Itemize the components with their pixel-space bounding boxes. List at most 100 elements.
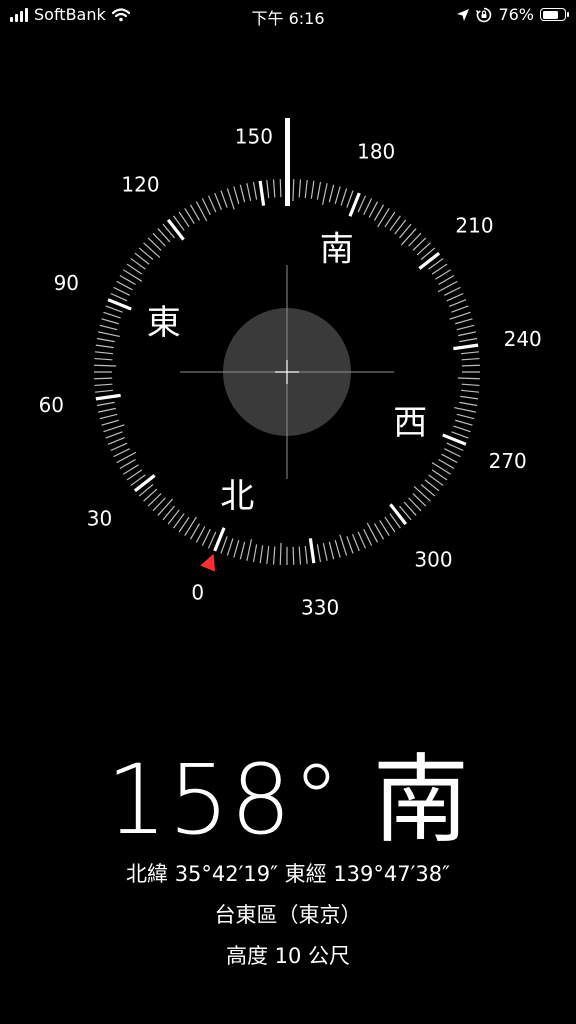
compass-tick bbox=[201, 529, 211, 546]
compass-tick bbox=[334, 186, 341, 204]
target-marker-icon bbox=[200, 553, 215, 572]
compass-tick bbox=[446, 292, 464, 302]
compass-tick bbox=[460, 395, 479, 400]
compass-tick bbox=[418, 251, 441, 270]
degree-label: 240 bbox=[504, 327, 542, 351]
compass-tick bbox=[195, 526, 206, 543]
compass-tick bbox=[207, 195, 217, 213]
compass-tick bbox=[266, 545, 270, 565]
compass-tick bbox=[298, 546, 302, 565]
degree-label: 150 bbox=[235, 124, 273, 148]
compass-tick bbox=[279, 542, 282, 565]
compass-tick bbox=[461, 383, 480, 387]
compass-tick bbox=[357, 531, 367, 549]
compass-tick bbox=[373, 204, 385, 221]
compass-tick bbox=[373, 523, 385, 540]
compass-tick bbox=[340, 188, 348, 206]
compass-tick bbox=[220, 536, 228, 554]
degree-label: 90 bbox=[54, 271, 79, 295]
compass-tick bbox=[438, 274, 455, 286]
compass-tick bbox=[453, 343, 479, 351]
compass-tick bbox=[435, 269, 451, 280]
compass-tick bbox=[239, 184, 246, 203]
compass-tick bbox=[459, 401, 478, 407]
compass-tick bbox=[363, 529, 373, 546]
compass-tick bbox=[157, 498, 174, 516]
compass-tick bbox=[94, 389, 114, 393]
compass-tick bbox=[119, 274, 136, 286]
compass-tick bbox=[103, 424, 125, 433]
cardinal-label-east: 東 bbox=[147, 303, 181, 343]
compass-tick bbox=[316, 181, 322, 200]
compass-tick bbox=[449, 311, 471, 320]
compass-tick bbox=[316, 544, 322, 563]
compass-tick bbox=[346, 536, 354, 554]
heading-indicator bbox=[285, 118, 290, 206]
compass-tick bbox=[346, 190, 354, 208]
compass-tick bbox=[328, 184, 335, 203]
compass-tick bbox=[94, 377, 113, 380]
compass-tick bbox=[96, 337, 115, 343]
compass-tick bbox=[110, 292, 128, 302]
compass-tick bbox=[272, 179, 276, 198]
compass-tick bbox=[292, 546, 295, 565]
compass-tick bbox=[453, 425, 471, 433]
compass-tick bbox=[266, 179, 270, 199]
compass-tick bbox=[308, 538, 316, 564]
compass-tick bbox=[258, 180, 266, 206]
compass-tick bbox=[105, 431, 123, 439]
compass-tick bbox=[451, 431, 469, 439]
compass-tick bbox=[101, 419, 119, 426]
compass-tick bbox=[123, 464, 139, 475]
compass-dial[interactable]: 0 30 60 90 120 150 180 210 240 270 300 330 北 東 南西 bbox=[0, 0, 576, 720]
compass-tick bbox=[252, 544, 258, 563]
compass-tick bbox=[459, 337, 478, 343]
compass-tick bbox=[214, 192, 222, 210]
compass-tick bbox=[99, 324, 118, 331]
degree-label: 30 bbox=[87, 507, 112, 531]
compass-tick bbox=[166, 218, 185, 241]
compass-tick bbox=[113, 286, 130, 296]
degree-label: 270 bbox=[489, 449, 527, 473]
heading-readout: 158° 南 bbox=[106, 744, 470, 856]
compass-tick bbox=[461, 357, 480, 361]
compass-tick bbox=[461, 364, 480, 367]
compass-tick bbox=[438, 458, 455, 470]
compass-tick bbox=[226, 188, 235, 210]
compass-tick bbox=[460, 389, 480, 393]
compass-tick bbox=[98, 331, 120, 338]
compass-tick bbox=[116, 280, 133, 291]
compass-tick bbox=[239, 541, 246, 560]
degree-label: 330 bbox=[301, 596, 339, 620]
compass-tick bbox=[458, 331, 476, 337]
compass-tick bbox=[456, 413, 475, 420]
compass-tick bbox=[207, 531, 217, 549]
cardinal-label-south: 南 bbox=[320, 230, 354, 270]
degree-label: 60 bbox=[39, 393, 64, 417]
compass-tick bbox=[133, 474, 156, 493]
compass-tick bbox=[352, 534, 360, 552]
compass-tick bbox=[368, 201, 379, 218]
compass-tick bbox=[94, 357, 113, 361]
compass-tick bbox=[94, 351, 114, 355]
compass-tick bbox=[292, 179, 295, 202]
compass-tick bbox=[252, 181, 258, 200]
degree-label: 180 bbox=[357, 139, 395, 163]
compass-tick bbox=[96, 401, 115, 407]
compass-tick bbox=[449, 299, 467, 307]
compass-tick bbox=[451, 305, 469, 313]
compass-tick bbox=[455, 318, 473, 325]
compass-tick bbox=[99, 413, 118, 420]
compass-tick bbox=[444, 286, 461, 296]
degree-label: 210 bbox=[455, 214, 493, 238]
compass-tick bbox=[143, 242, 161, 259]
degree-label: 0 bbox=[191, 581, 204, 605]
compass-tick bbox=[321, 183, 328, 205]
compass-tick bbox=[246, 539, 253, 561]
compass-tick bbox=[310, 180, 315, 199]
compass-tick bbox=[456, 324, 475, 331]
compass-tick bbox=[457, 377, 480, 380]
compass-tick bbox=[328, 541, 335, 560]
compass-tick bbox=[107, 437, 125, 445]
compass-tick bbox=[226, 538, 234, 556]
